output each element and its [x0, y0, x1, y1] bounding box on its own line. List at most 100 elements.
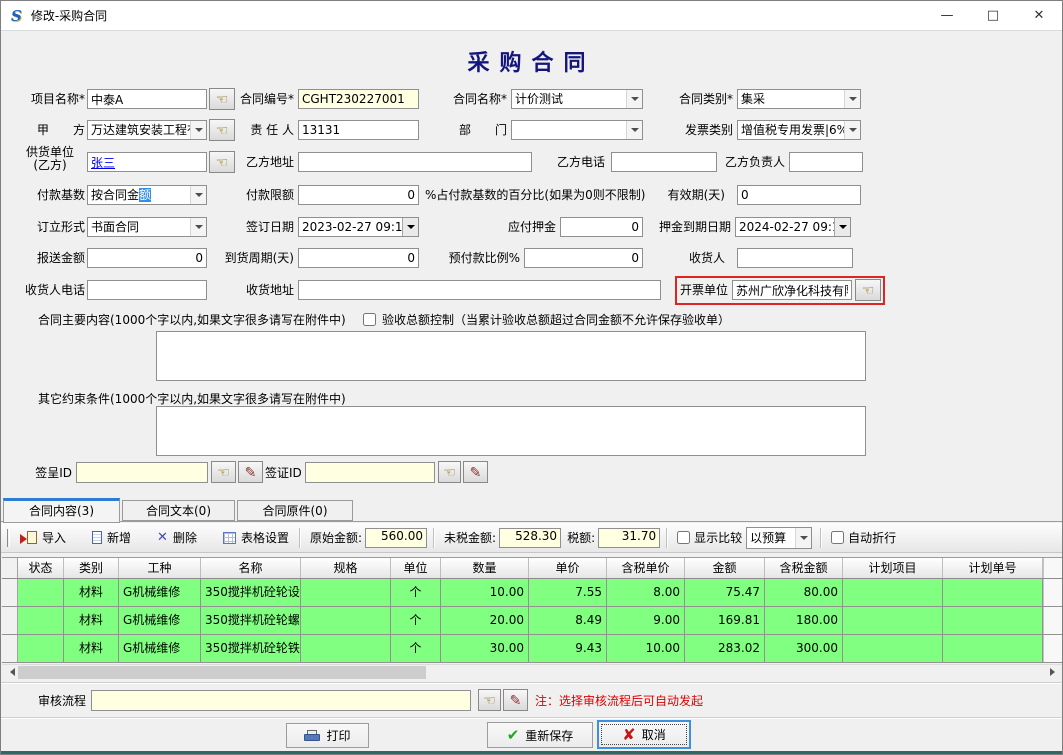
review-flow-input[interactable]	[91, 690, 471, 711]
prepay-percent-input[interactable]	[524, 248, 643, 268]
review-flow-browse-button[interactable]: ☜	[478, 689, 501, 711]
col-qty[interactable]: 数量	[441, 558, 529, 578]
scroll-right-arrow[interactable]	[1046, 665, 1062, 680]
cell-amount[interactable]: 75.47	[685, 579, 765, 606]
cell-category[interactable]: 材料	[64, 607, 119, 634]
row-selector[interactable]	[2, 607, 18, 634]
supplier-input[interactable]	[87, 152, 207, 172]
invoice-type-combo[interactable]: 增值税专用发票|6%	[737, 120, 861, 140]
cell-plan-no[interactable]	[943, 607, 1043, 634]
cell-qty[interactable]: 10.00	[441, 579, 529, 606]
invoice-unit-browse-button[interactable]: ☜	[855, 279, 881, 301]
tab-contract-original[interactable]: 合同原件(0)	[237, 500, 353, 521]
import-button[interactable]: 导入	[16, 527, 70, 548]
accept-total-checkbox[interactable]	[363, 313, 376, 326]
receive-address-input[interactable]	[298, 280, 661, 300]
col-amount-tax[interactable]: 含税金额	[765, 558, 843, 578]
sign-id-input[interactable]	[76, 462, 208, 483]
chevron-down-icon[interactable]	[190, 186, 206, 204]
grid-row-3[interactable]: 材料 G机械维修 350搅拌机砼轮铁 个 30.00 9.43 10.00 28…	[2, 635, 1062, 663]
calendar-dropdown-icon[interactable]	[402, 218, 418, 236]
contract-name-combo[interactable]: 计价测试	[511, 89, 643, 109]
party-b-contact-input[interactable]	[789, 152, 863, 172]
cell-amount[interactable]: 169.81	[685, 607, 765, 634]
cell-worktype[interactable]: G机械维修	[119, 579, 201, 606]
payment-limit-input[interactable]	[298, 185, 419, 205]
cell-name[interactable]: 350搅拌机砼轮螺	[201, 607, 301, 634]
tab-contract-content[interactable]: 合同内容(3)	[3, 498, 120, 523]
cell-amount-tax[interactable]: 300.00	[765, 635, 843, 662]
minimize-button[interactable]: —	[924, 1, 970, 30]
grid-settings-button[interactable]: 表格设置	[219, 527, 293, 548]
payment-base-combo[interactable]: 按合同金额	[87, 185, 207, 205]
row-selector[interactable]	[2, 579, 18, 606]
col-plan-no[interactable]: 计划单号	[943, 558, 1043, 578]
visa-id-browse-button[interactable]: ☜	[438, 461, 461, 483]
main-content-textarea[interactable]	[156, 331, 866, 381]
horizontal-scrollbar[interactable]	[2, 664, 1062, 679]
party-a-combo[interactable]: 万达建筑安装工程有	[87, 120, 207, 140]
sign-date-picker[interactable]: 2023-02-27 09:15:	[298, 217, 419, 237]
cell-qty[interactable]: 20.00	[441, 607, 529, 634]
cell-amount-tax[interactable]: 80.00	[765, 579, 843, 606]
cell-category[interactable]: 材料	[64, 635, 119, 662]
valid-days-input[interactable]	[737, 185, 861, 205]
cancel-button[interactable]: ✘ 取消	[597, 720, 691, 749]
contract-no-input[interactable]	[298, 89, 419, 109]
col-amount[interactable]: 金额	[685, 558, 765, 578]
cell-plan-item[interactable]	[843, 635, 943, 662]
cell-status[interactable]	[18, 579, 64, 606]
cell-status[interactable]	[18, 635, 64, 662]
sign-id-browse-button[interactable]: ☜	[211, 461, 236, 483]
visa-id-edit-button[interactable]: ✎	[463, 461, 488, 483]
cell-spec[interactable]	[301, 635, 391, 662]
chevron-down-icon[interactable]	[626, 121, 642, 139]
auto-wrap-checkbox[interactable]	[831, 531, 844, 544]
cell-unit[interactable]: 个	[391, 579, 441, 606]
row-selector[interactable]	[2, 635, 18, 662]
cell-status[interactable]	[18, 607, 64, 634]
col-plan-item[interactable]: 计划项目	[843, 558, 943, 578]
deposit-input[interactable]	[560, 217, 643, 237]
cell-name[interactable]: 350搅拌机砼轮铁	[201, 635, 301, 662]
cell-price[interactable]: 9.43	[529, 635, 607, 662]
cell-spec[interactable]	[301, 607, 391, 634]
add-button[interactable]: 新增	[88, 527, 135, 548]
chevron-down-icon[interactable]	[844, 121, 860, 139]
report-amount-input[interactable]	[87, 248, 207, 268]
receiver-input[interactable]	[737, 248, 853, 268]
chevron-down-icon[interactable]	[626, 90, 642, 108]
cell-plan-no[interactable]	[943, 635, 1043, 662]
cell-amount[interactable]: 283.02	[685, 635, 765, 662]
col-worktype[interactable]: 工种	[119, 558, 201, 578]
tab-contract-text[interactable]: 合同文本(0)	[122, 500, 235, 521]
other-terms-textarea[interactable]	[156, 406, 866, 456]
grid-row-2[interactable]: 材料 G机械维修 350搅拌机砼轮螺 个 20.00 8.49 9.00 169…	[2, 607, 1062, 635]
close-button[interactable]: ✕	[1016, 1, 1062, 30]
chevron-down-icon[interactable]	[795, 528, 811, 548]
cell-amount-tax[interactable]: 180.00	[765, 607, 843, 634]
delete-button[interactable]: ✕ 删除	[153, 527, 201, 548]
cell-plan-item[interactable]	[843, 607, 943, 634]
chevron-down-icon[interactable]	[190, 218, 206, 236]
responsible-input[interactable]	[298, 120, 419, 140]
cell-plan-no[interactable]	[943, 579, 1043, 606]
col-category[interactable]: 类别	[64, 558, 119, 578]
cell-price-tax[interactable]: 9.00	[607, 607, 685, 634]
maximize-button[interactable]: □	[970, 1, 1016, 30]
cell-unit[interactable]: 个	[391, 635, 441, 662]
scroll-left-arrow[interactable]	[2, 665, 18, 680]
chevron-down-icon[interactable]	[190, 121, 206, 139]
col-price-tax[interactable]: 含税单价	[607, 558, 685, 578]
cell-plan-item[interactable]	[843, 579, 943, 606]
cell-price-tax[interactable]: 10.00	[607, 635, 685, 662]
cell-price[interactable]: 8.49	[529, 607, 607, 634]
cell-price-tax[interactable]: 8.00	[607, 579, 685, 606]
form-type-combo[interactable]: 书面合同	[87, 217, 207, 237]
receiver-phone-input[interactable]	[87, 280, 207, 300]
cell-qty[interactable]: 30.00	[441, 635, 529, 662]
scrollbar-thumb[interactable]	[18, 666, 426, 679]
col-unit[interactable]: 单位	[391, 558, 441, 578]
cell-name[interactable]: 350搅拌机砼轮设	[201, 579, 301, 606]
show-compare-checkbox[interactable]	[677, 531, 690, 544]
